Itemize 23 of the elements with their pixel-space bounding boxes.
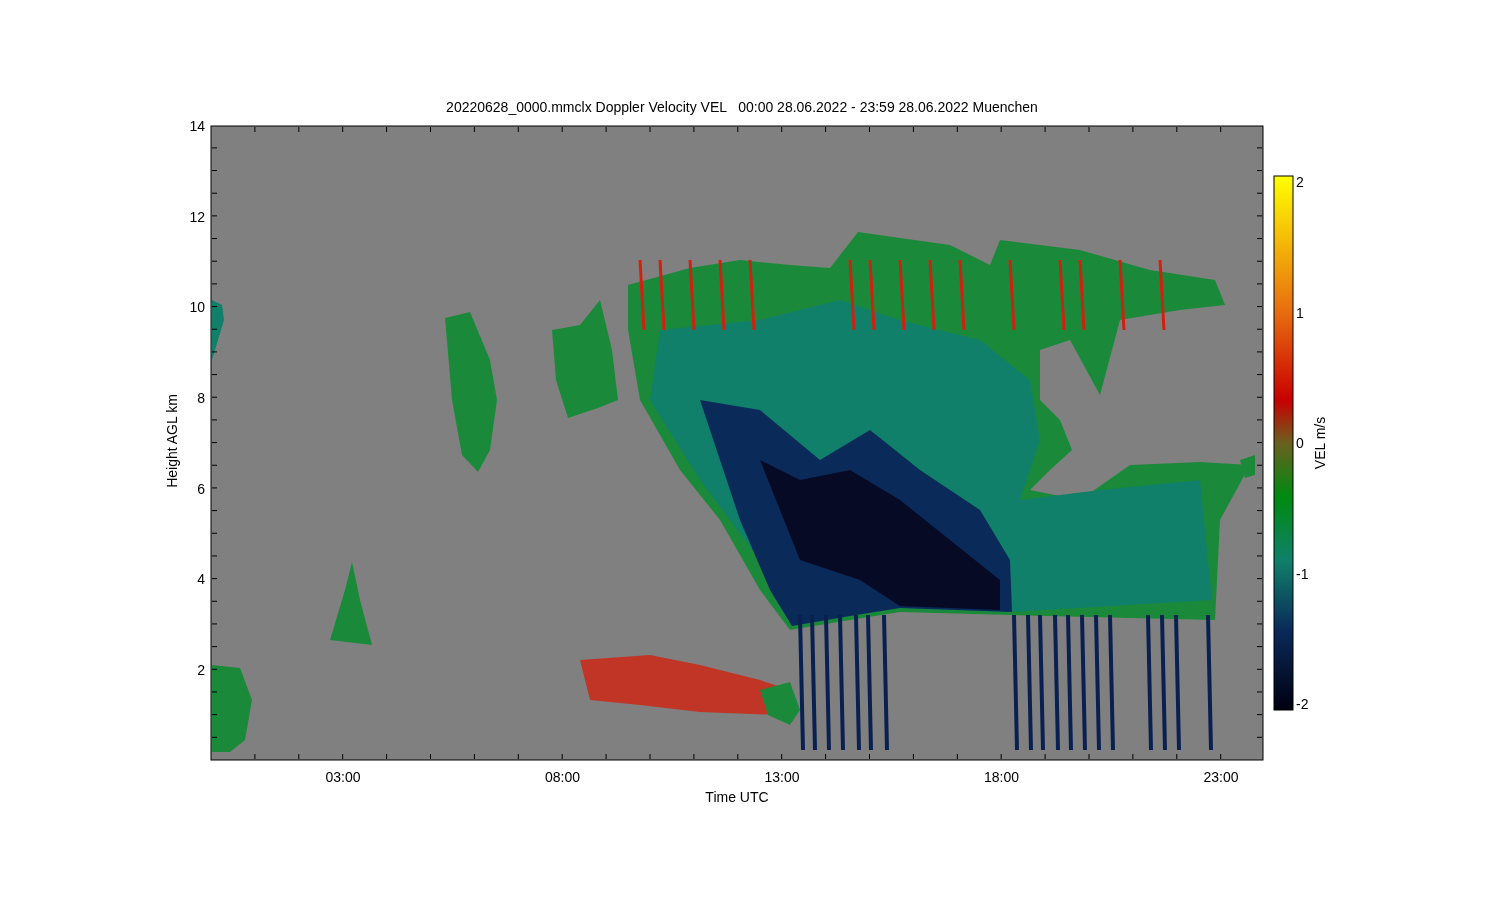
colorbar-tick-label: 1 — [1296, 304, 1304, 321]
colorbar-tick-label: 2 — [1296, 174, 1304, 190]
x-tick-label: 08:00 — [545, 769, 580, 785]
y-tick-label: 8 — [197, 389, 205, 406]
y-axis-title: Height AGL km — [164, 394, 180, 488]
plot-title: 20220628_0000.mmclx Doppler Velocity VEL 00:00 28.06.2022 - 23:59 28.06.2022 Muenchen — [446, 99, 1038, 115]
echo-region — [760, 682, 800, 725]
y-tick-label: 6 — [197, 480, 205, 497]
colorbar-tick-label: -1 — [1296, 565, 1309, 582]
colorbar-title: VEL m/s — [1312, 416, 1328, 470]
y-tick-label: 2 — [197, 662, 205, 678]
y-tick-label: 10 — [189, 299, 205, 316]
x-tick-label: 23:00 — [1203, 769, 1239, 785]
x-tick-label: 13:00 — [764, 769, 800, 785]
x-axis-title: Time UTC — [705, 789, 769, 805]
colorbar-tick-label: -2 — [1296, 696, 1309, 712]
y-tick-label: 14 — [189, 117, 205, 134]
x-tick-label: 03:00 — [325, 769, 361, 785]
echo-region — [212, 300, 224, 360]
colorbar-tick-label: 0 — [1296, 435, 1304, 451]
y-tick-label: 4 — [197, 571, 205, 588]
x-tick-label: 18:00 — [984, 769, 1019, 785]
y-tick-label: 12 — [189, 208, 205, 225]
